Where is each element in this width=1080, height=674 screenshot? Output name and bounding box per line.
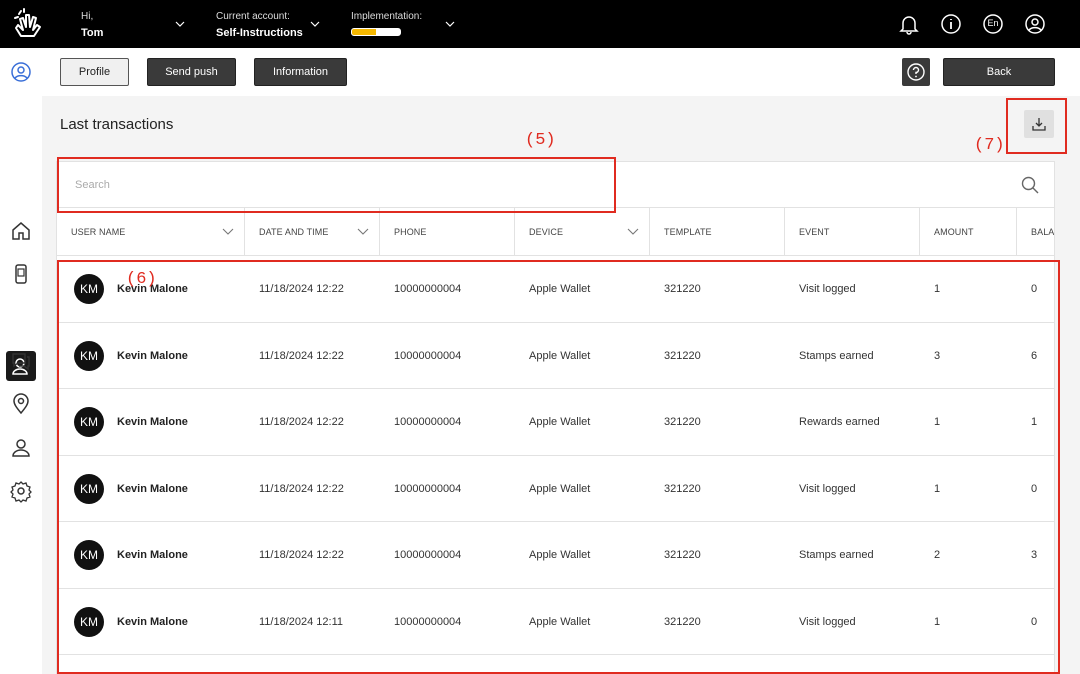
chat-icon[interactable] (9, 349, 33, 373)
profile-circle-icon[interactable] (9, 60, 33, 84)
header-label: TEMPLATE (664, 227, 712, 237)
greeting-label: Hi, (81, 11, 94, 22)
implementation-progress[interactable]: Implementation: (351, 11, 422, 36)
account-chevron-down-icon[interactable] (310, 19, 320, 29)
sidebar (0, 48, 42, 674)
language-icon[interactable]: En (982, 13, 1004, 35)
mobile-card-icon[interactable] (9, 262, 33, 286)
settings-gear-icon[interactable] (9, 479, 33, 503)
user-name: Tom (81, 27, 104, 39)
location-pin-icon[interactable] (9, 392, 33, 416)
header-date-time[interactable]: DATE AND TIME (245, 208, 380, 256)
header-label: PHONE (394, 227, 427, 237)
help-icon (907, 63, 925, 81)
header-user-name[interactable]: USER NAME (57, 208, 245, 256)
implementation-progress-bar (351, 28, 401, 36)
annotation-box-rows (57, 260, 1060, 674)
user-circle-icon[interactable] (1024, 13, 1046, 35)
bell-icon[interactable] (898, 13, 920, 35)
page-title: Last transactions (60, 116, 174, 133)
send-push-button[interactable]: Send push (147, 58, 236, 86)
header-phone[interactable]: PHONE (380, 208, 515, 256)
implementation-chevron-down-icon[interactable] (445, 19, 455, 29)
header-device[interactable]: DEVICE (515, 208, 650, 256)
header-label: USER NAME (71, 227, 126, 237)
table-header: USER NAME DATE AND TIME PHONE DEVICE TEM… (57, 208, 1055, 256)
search-icon[interactable] (1020, 175, 1040, 195)
user-admin-icon[interactable] (9, 436, 33, 460)
header-label: EVENT (799, 227, 830, 237)
account-label: Current account: (216, 11, 290, 22)
logo-icon[interactable] (12, 8, 44, 40)
header-event[interactable]: EVENT (785, 208, 920, 256)
header-label: AMOUNT (934, 227, 974, 237)
information-button[interactable]: Information (254, 58, 347, 86)
annotation-label-search: (5) (525, 131, 556, 150)
home-icon[interactable] (9, 219, 33, 243)
header-label: DEVICE (529, 227, 564, 237)
help-button[interactable] (902, 58, 930, 86)
top-bar: Hi, Tom Current account: Self-Instructio… (0, 0, 1080, 48)
annotation-box-download (1006, 98, 1067, 154)
header-label: BALA (1031, 227, 1055, 237)
header-template[interactable]: TEMPLATE (650, 208, 785, 256)
implementation-label: Implementation: (351, 11, 423, 22)
action-bar: Profile Send push Information Back (42, 48, 1080, 96)
sort-chevron-icon[interactable] (627, 227, 639, 237)
annotation-label-rows: (6) (126, 270, 157, 289)
profile-button[interactable]: Profile (60, 58, 129, 86)
implementation-progress-fill (352, 29, 376, 35)
sort-chevron-icon[interactable] (357, 227, 369, 237)
greeting-block[interactable]: Hi, Tom (81, 11, 103, 41)
user-chevron-down-icon[interactable] (175, 19, 185, 29)
header-label: DATE AND TIME (259, 227, 329, 237)
info-icon[interactable] (940, 13, 962, 35)
annotation-box-search (57, 157, 616, 213)
account-selector[interactable]: Current account: Self-Instructions (216, 11, 303, 41)
back-button[interactable]: Back (943, 58, 1055, 86)
header-amount[interactable]: AMOUNT (920, 208, 1017, 256)
account-value: Self-Instructions (216, 27, 303, 39)
sort-chevron-icon[interactable] (222, 227, 234, 237)
annotation-label-download: (7) (974, 136, 1005, 155)
language-label: En (987, 18, 999, 28)
header-balance[interactable]: BALA (1017, 208, 1055, 256)
